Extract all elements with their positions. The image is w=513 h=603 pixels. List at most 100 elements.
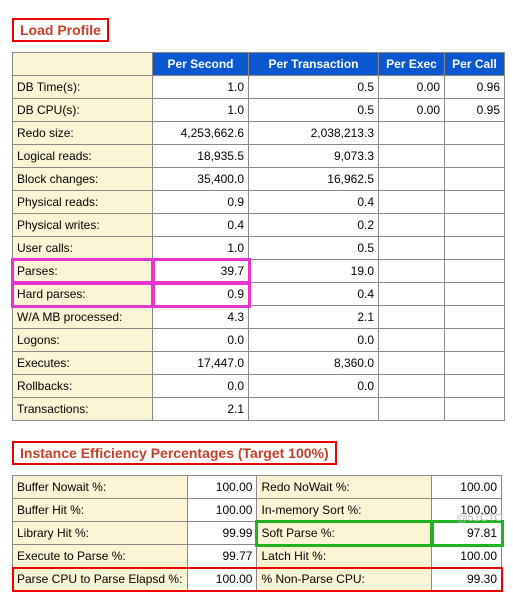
cell bbox=[379, 168, 445, 191]
cell: Library Hit %: bbox=[13, 522, 188, 545]
cell: 0.9 bbox=[153, 191, 249, 214]
cell: Physical writes: bbox=[13, 214, 153, 237]
cell: W/A MB processed: bbox=[13, 306, 153, 329]
table-row: DB CPU(s):1.00.50.000.95 bbox=[13, 99, 505, 122]
cell: 2.1 bbox=[249, 306, 379, 329]
cell: 1.0 bbox=[153, 99, 249, 122]
cell: 1.0 bbox=[153, 237, 249, 260]
table-row: Buffer Nowait %:100.00Redo NoWait %:100.… bbox=[13, 476, 502, 499]
cell: 99.99 bbox=[187, 522, 257, 545]
table-row: W/A MB processed:4.32.1 bbox=[13, 306, 505, 329]
cell bbox=[379, 191, 445, 214]
cell: 99.30 bbox=[432, 568, 502, 591]
cell: % Non-Parse CPU: bbox=[257, 568, 432, 591]
table-row: Physical reads:0.90.4 bbox=[13, 191, 505, 214]
cell: 39.7 bbox=[153, 260, 249, 283]
cell: 35,400.0 bbox=[153, 168, 249, 191]
cell: 4.3 bbox=[153, 306, 249, 329]
cell: Redo size: bbox=[13, 122, 153, 145]
table-row: Logical reads:18,935.59,073.3 bbox=[13, 145, 505, 168]
cell bbox=[379, 375, 445, 398]
cell bbox=[445, 375, 505, 398]
cell: 19.0 bbox=[249, 260, 379, 283]
table-row: User calls:1.00.5 bbox=[13, 237, 505, 260]
column-header: Per Exec bbox=[379, 53, 445, 76]
column-header: Per Second bbox=[153, 53, 249, 76]
column-header: Per Transaction bbox=[249, 53, 379, 76]
cell bbox=[445, 122, 505, 145]
cell: Rollbacks: bbox=[13, 375, 153, 398]
table-row: Rollbacks:0.00.0 bbox=[13, 375, 505, 398]
cell: DB CPU(s): bbox=[13, 99, 153, 122]
cell bbox=[249, 398, 379, 421]
cell bbox=[379, 352, 445, 375]
cell: Physical reads: bbox=[13, 191, 153, 214]
cell: 0.5 bbox=[249, 76, 379, 99]
cell: 16,962.5 bbox=[249, 168, 379, 191]
cell bbox=[379, 306, 445, 329]
cell: 100.00 bbox=[432, 476, 502, 499]
cell bbox=[445, 283, 505, 306]
cell bbox=[445, 352, 505, 375]
cell: In-memory Sort %: bbox=[257, 499, 432, 522]
cell: 9,073.3 bbox=[249, 145, 379, 168]
cell: 2.1 bbox=[153, 398, 249, 421]
cell bbox=[379, 214, 445, 237]
load-profile-heading: Load Profile bbox=[12, 18, 109, 42]
cell: Buffer Nowait %: bbox=[13, 476, 188, 499]
table-row: Parses:39.719.0 bbox=[13, 260, 505, 283]
table-row: Logons:0.00.0 bbox=[13, 329, 505, 352]
cell bbox=[379, 145, 445, 168]
cell: 0.5 bbox=[249, 237, 379, 260]
load-profile-table: Per SecondPer TransactionPer ExecPer Cal… bbox=[12, 52, 505, 421]
column-header bbox=[13, 53, 153, 76]
cell bbox=[379, 398, 445, 421]
cell bbox=[445, 329, 505, 352]
cell: Logons: bbox=[13, 329, 153, 352]
cell: 2,038,213.3 bbox=[249, 122, 379, 145]
cell: DB Time(s): bbox=[13, 76, 153, 99]
cell bbox=[379, 237, 445, 260]
table-row: Physical writes:0.40.2 bbox=[13, 214, 505, 237]
cell: Transactions: bbox=[13, 398, 153, 421]
cell: 97.81 bbox=[432, 522, 502, 545]
cell: Block changes: bbox=[13, 168, 153, 191]
efficiency-table: Buffer Nowait %:100.00Redo NoWait %:100.… bbox=[12, 475, 502, 591]
cell bbox=[379, 122, 445, 145]
table-row: Parse CPU to Parse Elapsd %:100.00% Non-… bbox=[13, 568, 502, 591]
table-row: Executes:17,447.08,360.0 bbox=[13, 352, 505, 375]
cell bbox=[445, 191, 505, 214]
table-row: Library Hit %:99.99Soft Parse %:97.81 bbox=[13, 522, 502, 545]
cell bbox=[445, 398, 505, 421]
efficiency-heading: Instance Efficiency Percentages (Target … bbox=[12, 441, 337, 465]
table-row: Block changes:35,400.016,962.5 bbox=[13, 168, 505, 191]
table-row: Execute to Parse %:99.77Latch Hit %:100.… bbox=[13, 545, 502, 568]
cell: 100.00 bbox=[187, 568, 257, 591]
cell: 0.0 bbox=[153, 329, 249, 352]
cell: 0.5 bbox=[249, 99, 379, 122]
cell: 0.96 bbox=[445, 76, 505, 99]
table-row: Buffer Hit %:100.00In-memory Sort %:100.… bbox=[13, 499, 502, 522]
cell: 0.0 bbox=[153, 375, 249, 398]
cell: 1.0 bbox=[153, 76, 249, 99]
cell: Latch Hit %: bbox=[257, 545, 432, 568]
cell: 0.9 bbox=[153, 283, 249, 306]
cell: Logical reads: bbox=[13, 145, 153, 168]
cell: 100.00 bbox=[187, 476, 257, 499]
cell: Parses: bbox=[13, 260, 153, 283]
cell: 0.0 bbox=[249, 329, 379, 352]
cell: 0.4 bbox=[249, 283, 379, 306]
cell bbox=[445, 237, 505, 260]
cell: Execute to Parse %: bbox=[13, 545, 188, 568]
cell: 0.0 bbox=[249, 375, 379, 398]
watermark: @51CTO bbox=[457, 512, 503, 524]
cell: 0.4 bbox=[153, 214, 249, 237]
cell: 100.00 bbox=[187, 499, 257, 522]
cell bbox=[379, 260, 445, 283]
cell bbox=[445, 260, 505, 283]
cell bbox=[379, 329, 445, 352]
cell: 0.2 bbox=[249, 214, 379, 237]
cell: 17,447.0 bbox=[153, 352, 249, 375]
cell: 0.00 bbox=[379, 99, 445, 122]
cell: Hard parses: bbox=[13, 283, 153, 306]
